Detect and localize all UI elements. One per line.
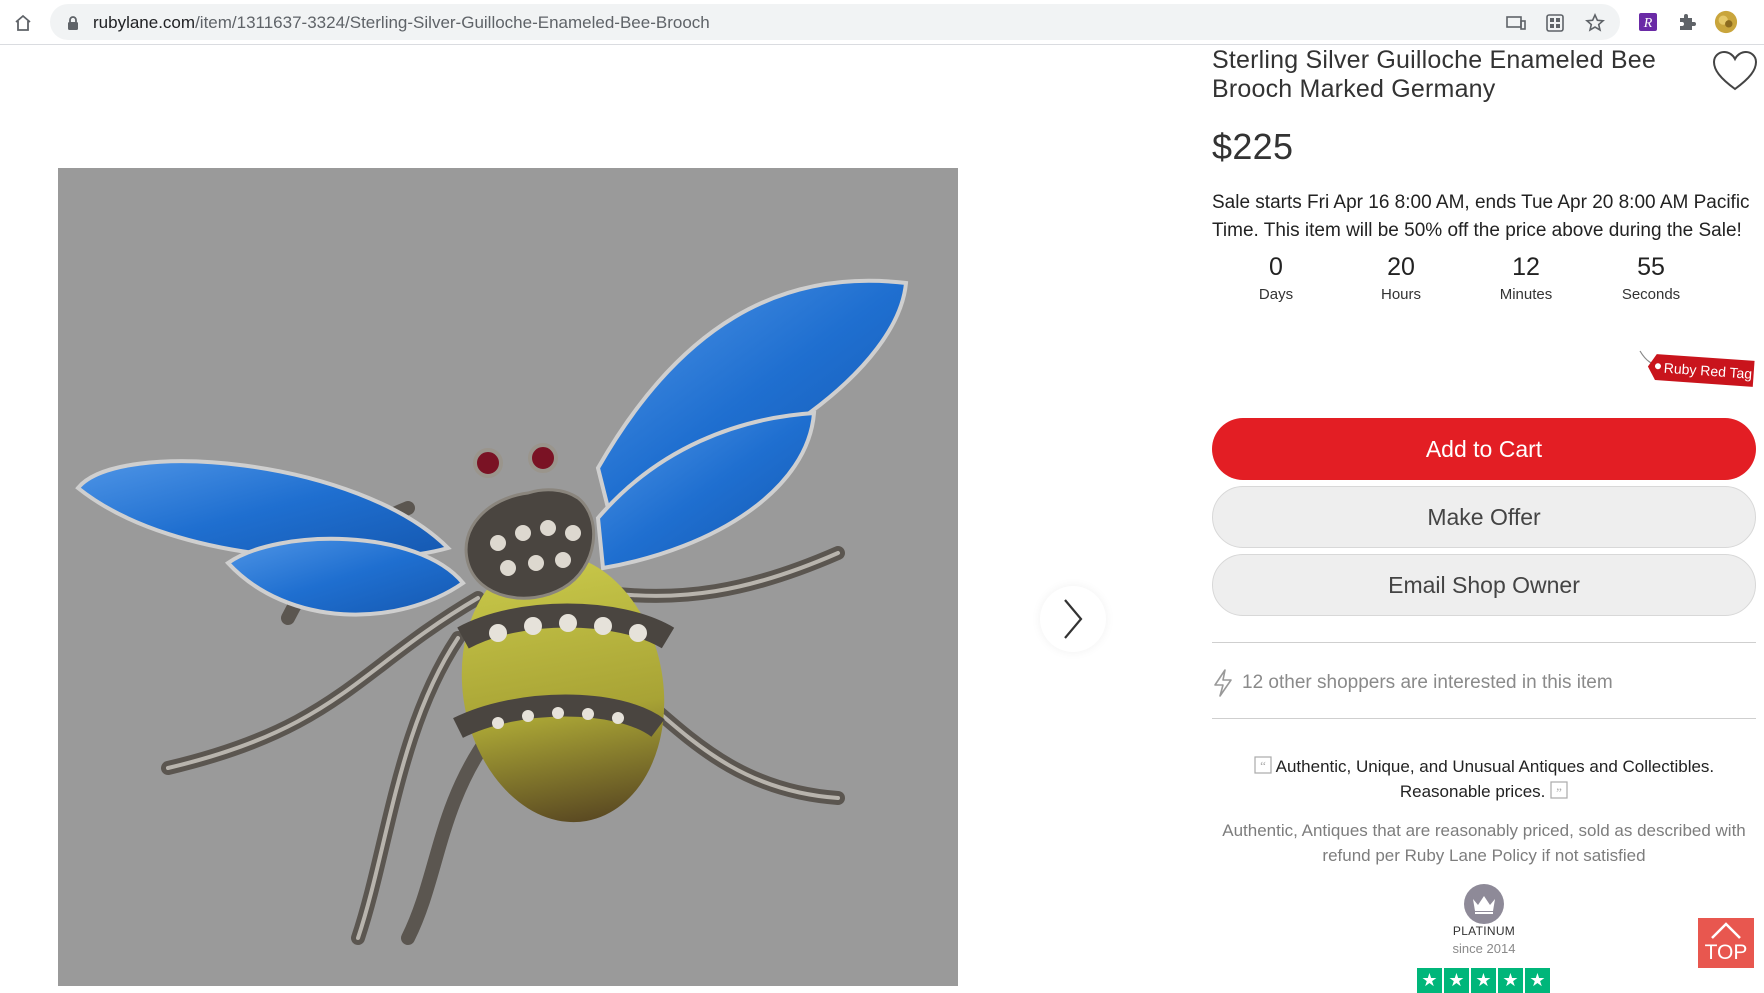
product-image[interactable] (58, 168, 958, 986)
countdown-minutes: 12 Minutes (1466, 249, 1586, 305)
browser-toolbar: rubylane.com/item/1311637-3324/Sterling-… (0, 0, 1764, 45)
interest-text: 12 other shoppers are interested in this… (1242, 672, 1613, 693)
sale-countdown: 0 Days 20 Hours 12 Minutes 55 Seconds (1212, 249, 1758, 311)
countdown-label: Days (1258, 286, 1294, 303)
countdown-label: Minutes (1499, 286, 1553, 303)
countdown-value: 0 (1269, 253, 1283, 281)
product-details: Sterling Silver Guilloche Enameled Bee B… (1212, 46, 1758, 993)
lightning-bolt-icon (1214, 669, 1232, 697)
shop-level: PLATINUM (1452, 924, 1516, 938)
url-text: rubylane.com/item/1311637-3324/Sterling-… (93, 13, 710, 33)
divider (1212, 718, 1756, 719)
scroll-to-top-label: TOP (1704, 941, 1748, 964)
countdown-value: 55 (1637, 253, 1665, 281)
trust-rating: ★ ★ ★ ★ ★ (1417, 968, 1550, 993)
url-path: /item/1311637-3324/Sterling-Silver-Guill… (195, 13, 710, 32)
url-domain: rubylane.com (93, 13, 196, 32)
svg-text:”: ” (1556, 785, 1562, 799)
extensions-puzzle-icon[interactable] (1675, 10, 1699, 34)
shopper-interest: 12 other shoppers are interested in this… (1212, 666, 1756, 700)
member-since: since 2014 (1452, 941, 1516, 956)
countdown-label: Seconds (1621, 286, 1681, 303)
qr-code-icon[interactable] (1544, 12, 1566, 34)
shop-policy: Authentic, Antiques that are reasonably … (1222, 821, 1746, 865)
countdown-hours: 20 Hours (1341, 249, 1461, 305)
home-icon[interactable] (10, 10, 36, 36)
product-title: Sterling Silver Guilloche Enameled Bee B… (1212, 46, 1656, 103)
bookmark-star-icon[interactable] (1584, 12, 1606, 34)
star-icon: ★ (1471, 968, 1496, 993)
product-price: $225 (1212, 126, 1294, 167)
favorite-heart-icon[interactable] (1712, 50, 1758, 92)
chevron-right-icon (1064, 599, 1083, 639)
email-shop-owner-button[interactable]: Email Shop Owner (1212, 554, 1756, 616)
open-quote-icon: “ (1254, 756, 1272, 774)
shop-tagline-text: Authentic, Unique, and Unusual Antiques … (1275, 757, 1715, 801)
close-quote-icon: ” (1550, 781, 1568, 800)
star-icon: ★ (1498, 968, 1523, 993)
profile-avatar-icon[interactable] (1714, 10, 1738, 34)
svg-text:R: R (1643, 16, 1653, 31)
star-icon: ★ (1525, 968, 1550, 993)
chevron-up-icon (1711, 922, 1741, 939)
svg-text:“: “ (1260, 758, 1266, 773)
bee-brooch-image (75, 278, 909, 945)
make-offer-button[interactable]: Make Offer (1212, 486, 1756, 548)
countdown-days: 0 Days (1216, 249, 1336, 305)
divider (1212, 642, 1756, 643)
lock-icon (66, 15, 80, 36)
next-image-button[interactable] (1040, 586, 1106, 652)
crown-badge-icon (1464, 884, 1504, 924)
countdown-seconds: 55 Seconds (1591, 249, 1711, 305)
sale-description: Sale starts Fri Apr 16 8:00 AM, ends Tue… (1212, 192, 1750, 241)
countdown-value: 12 (1512, 253, 1540, 281)
star-icon: ★ (1417, 968, 1442, 993)
countdown-label: Hours (1380, 286, 1421, 303)
ruby-red-tag-badge: Ruby Red Tag (1638, 349, 1758, 387)
add-to-cart-button[interactable]: Add to Cart (1212, 418, 1756, 480)
rubylane-extension-icon[interactable]: R (1636, 10, 1660, 34)
address-bar[interactable]: rubylane.com/item/1311637-3324/Sterling-… (50, 4, 1620, 40)
countdown-value: 20 (1387, 253, 1415, 281)
scroll-to-top-button[interactable]: TOP (1698, 918, 1754, 968)
shop-tagline: “ Authentic, Unique, and Unusual Antique… (1212, 754, 1756, 804)
star-icon: ★ (1444, 968, 1469, 993)
cast-icon[interactable] (1505, 12, 1527, 34)
